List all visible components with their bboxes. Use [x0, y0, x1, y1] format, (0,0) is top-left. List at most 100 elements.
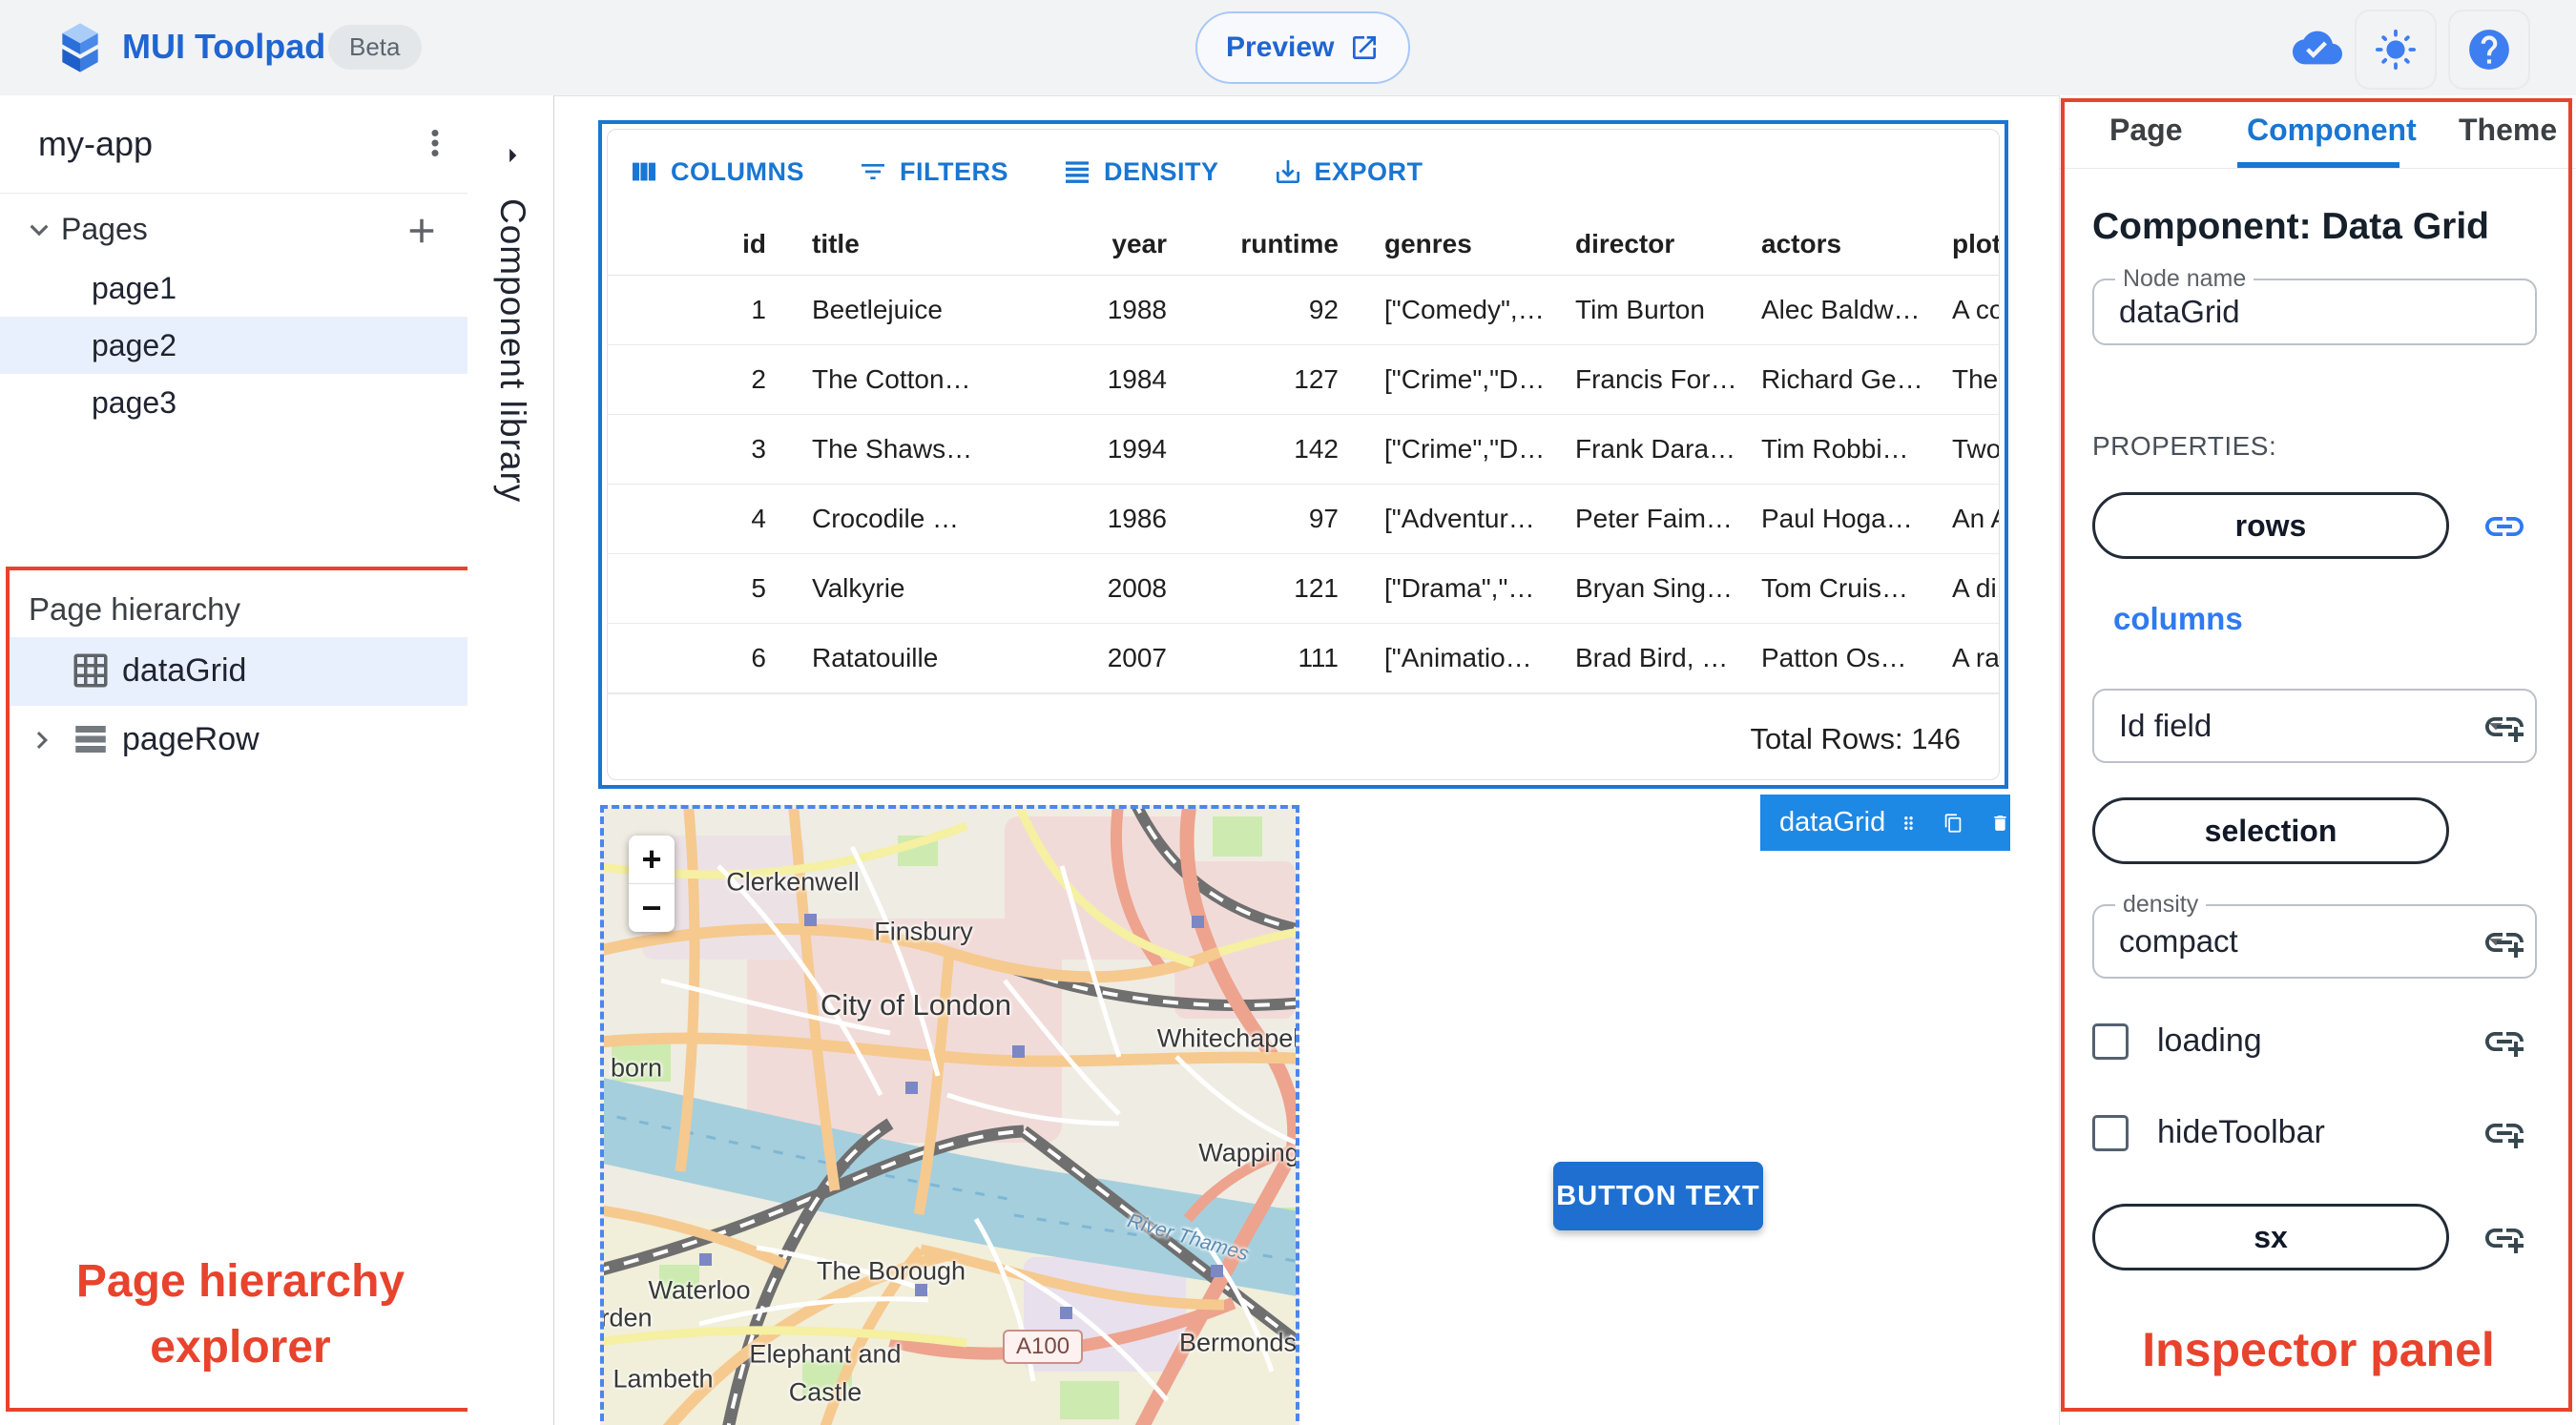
grid-cell-runtime[interactable]: 121 — [1190, 573, 1361, 604]
grid-cell-id[interactable]: 3 — [608, 434, 789, 465]
grid-cell-runtime[interactable]: 127 — [1190, 364, 1361, 395]
grid-column-header-year[interactable]: year — [985, 229, 1190, 259]
rows-binding-button[interactable] — [2480, 502, 2529, 551]
help-button[interactable] — [2448, 10, 2530, 90]
columns-property-link[interactable]: columns — [2113, 601, 2243, 637]
hidetoolbar-binding-button[interactable] — [2480, 1108, 2529, 1158]
grid-column-header-id[interactable]: id — [608, 229, 789, 259]
grid-cell-director[interactable]: Brad Bird, … — [1552, 643, 1738, 673]
grid-cell-genres[interactable]: ["Adventur… — [1361, 504, 1552, 534]
density-select[interactable]: density compact — [2092, 891, 2537, 979]
export-button[interactable]: EXPORT — [1273, 156, 1423, 187]
grid-cell-title[interactable]: Valkyrie — [789, 573, 985, 604]
drag-indicator-icon[interactable] — [1899, 807, 1919, 839]
grid-cell-title[interactable]: The Cotton… — [789, 364, 985, 395]
delete-icon[interactable] — [1990, 807, 2010, 839]
loading-binding-button[interactable] — [2480, 1017, 2529, 1066]
grid-cell-actors[interactable]: Richard Ge… — [1738, 364, 1929, 395]
grid-cell-actors[interactable]: Alec Baldw… — [1738, 295, 1929, 325]
loading-checkbox[interactable] — [2092, 1022, 2129, 1060]
rows-property-button[interactable]: rows — [2092, 492, 2449, 559]
grid-column-header-genres[interactable]: genres — [1361, 229, 1552, 259]
grid-cell-id[interactable]: 4 — [608, 504, 789, 534]
grid-cell-plot[interactable]: An A — [1929, 504, 1999, 534]
tab-page[interactable]: Page — [2109, 113, 2182, 148]
tab-component[interactable]: Component — [2247, 113, 2417, 148]
grid-cell-year[interactable]: 1984 — [985, 364, 1190, 395]
grid-cell-id[interactable]: 5 — [608, 573, 789, 604]
grid-cell-year[interactable]: 1994 — [985, 434, 1190, 465]
component-library-panel[interactable]: Component library — [467, 95, 554, 1425]
grid-row[interactable]: 3 The Shaws… 1994 142 ["Crime","D… Frank Dara… — [608, 415, 1999, 485]
canvas-button-component[interactable]: BUTTON TEXT — [1553, 1162, 1763, 1230]
grid-cell-title[interactable]: The Shaws… — [789, 434, 985, 465]
filters-button[interactable]: FILTERS — [858, 156, 1008, 187]
grid-cell-actors[interactable]: Tim Robbi… — [1738, 434, 1929, 465]
grid-cell-title[interactable]: Crocodile … — [789, 504, 985, 534]
grid-column-header-plot[interactable]: plot — [1929, 229, 1999, 259]
hidetoolbar-checkbox[interactable] — [2092, 1114, 2129, 1151]
grid-cell-plot[interactable]: A ra — [1929, 643, 1999, 673]
grid-cell-genres[interactable]: ["Crime","D… — [1361, 434, 1552, 465]
preview-button[interactable]: Preview — [1195, 11, 1411, 84]
grid-cell-genres[interactable]: ["Crime","D… — [1361, 364, 1552, 395]
grid-cell-director[interactable]: Peter Faim… — [1552, 504, 1738, 534]
grid-cell-title[interactable]: Beetlejuice — [789, 295, 985, 325]
datagrid-selection-chip[interactable]: dataGrid — [1760, 795, 2010, 851]
grid-cell-genres[interactable]: ["Drama","… — [1361, 573, 1552, 604]
grid-cell-id[interactable]: 1 — [608, 295, 789, 325]
grid-cell-plot[interactable]: A co — [1929, 295, 1999, 325]
id-field-select[interactable]: Id field — [2092, 689, 2537, 763]
grid-cell-year[interactable]: 1986 — [985, 504, 1190, 534]
sync-status-button[interactable] — [2278, 10, 2357, 86]
hierarchy-item-datagrid[interactable]: dataGrid — [10, 637, 471, 706]
map-component[interactable]: + − A100 Clerkenwell Finsbury City of Lond… — [600, 805, 1299, 1425]
map-zoom-in-button[interactable]: + — [629, 836, 675, 883]
grid-cell-year[interactable]: 1988 — [985, 295, 1190, 325]
pages-section-header[interactable]: Pages — [0, 200, 467, 259]
grid-row[interactable]: 6 Ratatouille 2007 111 ["Animatio… Brad Bird,… — [608, 624, 1999, 693]
app-menu-button[interactable] — [412, 120, 458, 166]
density-button[interactable]: DENSITY — [1062, 156, 1219, 187]
add-page-button[interactable] — [399, 208, 445, 254]
duplicate-icon[interactable] — [1943, 807, 1963, 839]
grid-column-header-director[interactable]: director — [1552, 229, 1738, 259]
grid-cell-id[interactable]: 6 — [608, 643, 789, 673]
grid-column-header-title[interactable]: title — [789, 229, 985, 259]
grid-cell-director[interactable]: Tim Burton — [1552, 295, 1738, 325]
grid-cell-director[interactable]: Frank Dara… — [1552, 434, 1738, 465]
grid-cell-actors[interactable]: Paul Hoga… — [1738, 504, 1929, 534]
tab-theme[interactable]: Theme — [2459, 113, 2557, 148]
grid-cell-id[interactable]: 2 — [608, 364, 789, 395]
grid-cell-plot[interactable]: Two — [1929, 434, 1999, 465]
grid-column-header-actors[interactable]: actors — [1738, 229, 1929, 259]
hierarchy-item-pagerow[interactable]: pageRow — [10, 706, 471, 774]
sx-property-button[interactable]: sx — [2092, 1204, 2449, 1270]
grid-cell-plot[interactable]: The — [1929, 364, 1999, 395]
selection-property-button[interactable]: selection — [2092, 797, 2449, 864]
grid-cell-runtime[interactable]: 97 — [1190, 504, 1361, 534]
grid-cell-director[interactable]: Bryan Sing… — [1552, 573, 1738, 604]
grid-cell-genres[interactable]: ["Comedy",… — [1361, 295, 1552, 325]
map-zoom-out-button[interactable]: − — [629, 883, 675, 932]
sidebar-item-page2[interactable]: page2 — [0, 317, 467, 374]
sidebar-item-page1[interactable]: page1 — [0, 259, 467, 317]
node-name-field[interactable]: Node name dataGrid — [2092, 265, 2537, 345]
grid-cell-runtime[interactable]: 142 — [1190, 434, 1361, 465]
id-field-binding-button[interactable] — [2480, 702, 2529, 752]
grid-cell-actors[interactable]: Patton Os… — [1738, 643, 1929, 673]
grid-cell-runtime[interactable]: 92 — [1190, 295, 1361, 325]
grid-row[interactable]: 5 Valkyrie 2008 121 ["Drama","… Bryan Sing… To… — [608, 554, 1999, 624]
datagrid-component[interactable]: COLUMNS FILTERS DENSITY EXPORT id title … — [598, 120, 2008, 789]
columns-button[interactable]: COLUMNS — [629, 156, 804, 187]
grid-cell-genres[interactable]: ["Animatio… — [1361, 643, 1552, 673]
grid-cell-actors[interactable]: Tom Cruis… — [1738, 573, 1929, 604]
grid-column-header-runtime[interactable]: runtime — [1190, 229, 1361, 259]
grid-cell-director[interactable]: Francis For… — [1552, 364, 1738, 395]
density-binding-button[interactable] — [2480, 918, 2529, 967]
sidebar-item-page3[interactable]: page3 — [0, 374, 467, 431]
theme-toggle-button[interactable] — [2355, 10, 2437, 90]
grid-row[interactable]: 4 Crocodile … 1986 97 ["Adventur… Peter Faim…… — [608, 485, 1999, 554]
grid-row[interactable]: 1 Beetlejuice 1988 92 ["Comedy",… Tim Burton A… — [608, 276, 1999, 345]
grid-cell-plot[interactable]: A di — [1929, 573, 1999, 604]
